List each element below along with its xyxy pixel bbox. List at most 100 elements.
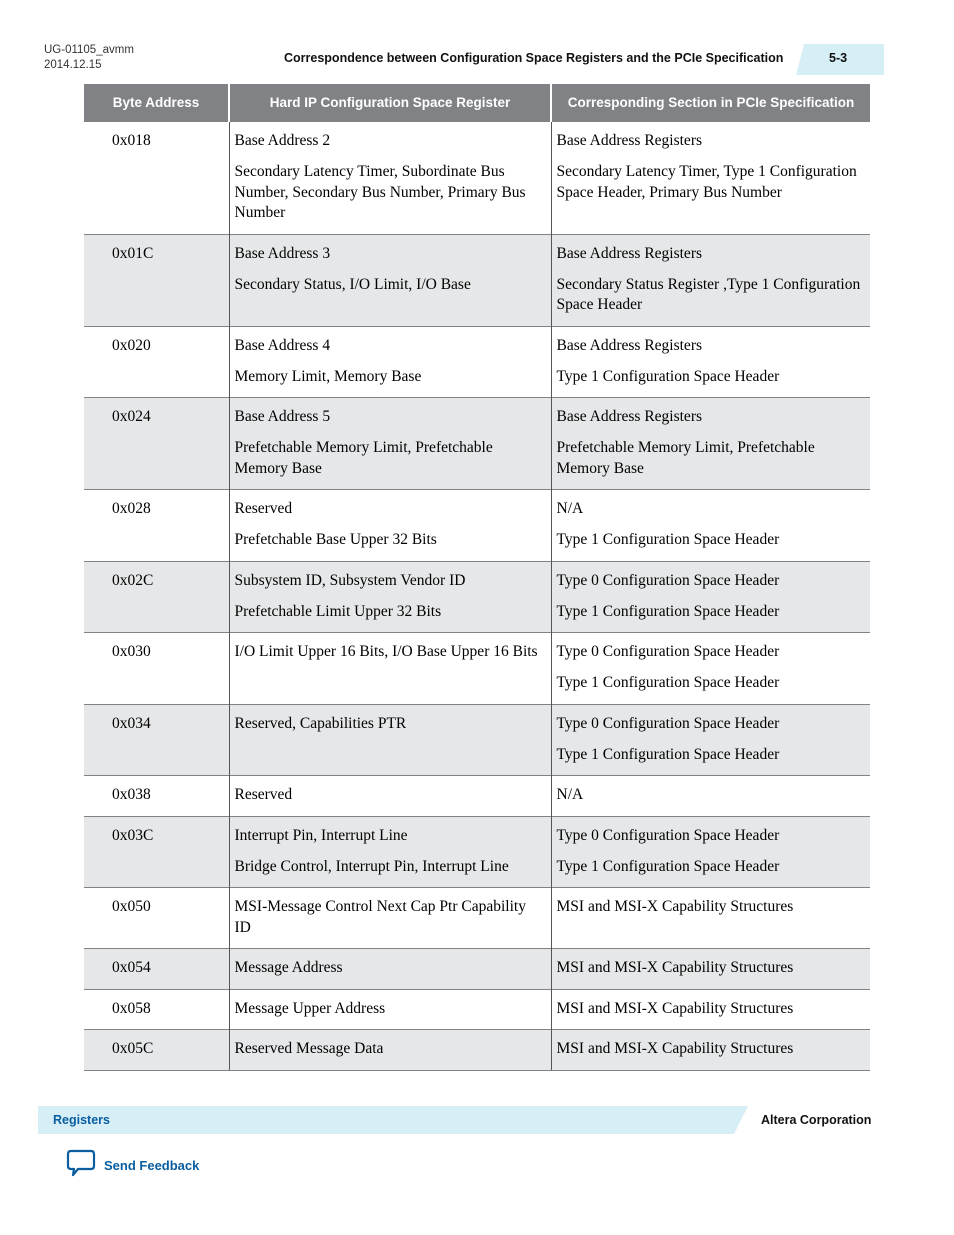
table-row: 0x05C Reserved Message Data MSI and MSI-X … [84,1029,870,1071]
byte-address-cell: 0x028 [84,489,229,561]
register-cell-line: Subsystem ID, Subsystem Vendor ID [234,571,466,589]
table-row: 0x01C Base Address 3 Secondary Status, I/O… [84,233,870,326]
register-cell-line: Reserved, Capabilities PTR [234,714,407,732]
byte-address-cell: 0x030 [84,632,229,704]
footer-band [38,1106,748,1134]
register-cell: Reserved Prefetchable Base Upper 32 Bits [228,489,551,561]
pcie-section-cell: Type 0 Configuration Space Header Type 1 … [550,815,870,888]
table-row: 0x03C Interrupt Pin, Interrupt Line Bridge… [84,815,870,888]
send-feedback-label: Send Feedback [104,1158,200,1173]
pcie-section-cell-line: Base Address Registers [556,132,703,149]
register-cell-line: Base Address 4 [234,336,331,354]
column-header-byte-address: Byte Address [84,84,229,122]
register-cell: Reserved [228,775,551,816]
pcie-section-cell: MSI and MSI-X Capability Structures [550,948,870,989]
pcie-section-cell-line: MSI and MSI-X Capability Structures [556,999,794,1017]
doc-date: 2014.12.15 [44,59,102,71]
pcie-section-cell-line: Type 1 Configuration Space Header [556,857,780,875]
pcie-section-cell-line: Base Address Registers [556,244,703,262]
table-row: 0x038 Reserved N/A [84,775,870,816]
register-cell-line: Prefetchable Base Upper 32 Bits [234,531,437,548]
pcie-section-cell-line: Secondary Latency Timer, Type 1 Configur… [556,163,857,201]
register-cell: Reserved, Capabilities PTR [228,703,551,776]
register-cell: Base Address 3 Secondary Status, I/O Limi… [228,233,551,326]
table-row: 0x018 Base Address 2 Secondary Latency Tim… [84,121,870,234]
register-cell: Interrupt Pin, Interrupt Line Bridge Cont… [228,815,551,888]
table-row: 0x034 Reserved, Capabilities PTR Type 0 Co… [84,703,870,776]
pcie-section-cell-line: Prefetchable Memory Limit, Prefetchable … [556,439,815,477]
table-row: 0x054 Message Address MSI and MSI-X Capabi… [84,948,870,989]
register-cell: MSI-Message Control Next Cap Ptr Capabil… [228,887,551,949]
column-header-pcie-section: Corresponding Section in PCIe Specificat… [550,84,870,122]
register-cell-line: Reserved [234,500,293,517]
byte-address-cell: 0x054 [84,948,229,989]
footer-section-link[interactable]: Registers [53,1113,110,1127]
pcie-section-cell-line: Base Address Registers [556,336,703,354]
pcie-section-cell-line: N/A [556,786,584,803]
register-cell-line: MSI-Message Control Next Cap Ptr Capabil… [234,898,526,936]
register-cell-line: Prefetchable Memory Limit, Prefetchable … [234,439,493,477]
register-table: Byte Address Hard IP Configuration Space… [84,84,870,1071]
register-cell-line: Base Address 3 [234,244,331,262]
pcie-section-cell: N/A Type 1 Configuration Space Header [550,489,870,561]
speech-bubble-icon [66,1149,96,1182]
register-cell-line: Bridge Control, Interrupt Pin, Interrupt… [234,857,509,875]
byte-address-cell: 0x02C [84,560,229,633]
pcie-section-cell-line: Type 0 Configuration Space Header [556,714,780,732]
pcie-section-cell: Base Address Registers Secondary Status R… [550,233,870,326]
column-header-register: Hard IP Configuration Space Register [228,84,551,122]
pcie-section-cell: Type 0 Configuration Space Header Type 1 … [550,703,870,776]
pcie-section-cell-line: Type 1 Configuration Space Header [556,745,780,763]
byte-address-cell: 0x050 [84,887,229,949]
register-cell-line: Memory Limit, Memory Base [234,367,422,385]
register-cell-line: Reserved Message Data [234,1040,384,1057]
send-feedback-link[interactable]: Send Feedback [66,1149,199,1182]
table-row: 0x058 Message Upper Address MSI and MSI-X … [84,988,870,1030]
byte-address-cell: 0x03C [84,815,229,888]
pcie-section-cell-line: Type 1 Configuration Space Header [556,674,780,691]
byte-address-cell: 0x038 [84,775,229,816]
page-number: 5-3 [829,51,848,65]
pcie-section-cell-line: Type 0 Configuration Space Header [556,571,780,589]
pcie-section-cell-line: Type 1 Configuration Space Header [556,531,780,548]
register-cell-line: Message Address [234,959,343,976]
register-cell-line: I/O Limit Upper 16 Bits, I/O Base Upper … [234,643,538,660]
pcie-section-cell: Type 0 Configuration Space Header Type 1 … [550,560,870,633]
byte-address-cell: 0x05C [84,1029,229,1071]
pcie-section-cell-line: Secondary Status Register ,Type 1 Config… [556,275,861,314]
register-cell-line: Secondary Latency Timer, Subordinate Bus… [234,163,526,221]
register-cell: Message Address [228,948,551,989]
page-header-title: Correspondence between Configuration Spa… [284,51,784,65]
table-row: 0x020 Base Address 4 Memory Limit, Memory … [84,325,870,398]
pcie-section-cell: Base Address Registers Secondary Latency … [550,121,870,234]
table-row: 0x050 MSI-Message Control Next Cap Ptr Ca… [84,887,870,949]
footer-company: Altera Corporation [761,1113,872,1127]
pcie-section-cell-line: Type 0 Configuration Space Header [556,826,780,844]
byte-address-cell: 0x018 [84,121,229,234]
register-cell: Base Address 5 Prefetchable Memory Limit,… [228,397,551,490]
register-cell-line: Reserved [234,786,293,803]
pcie-section-cell-line: Type 1 Configuration Space Header [556,367,780,385]
register-cell: Reserved Message Data [228,1029,551,1071]
byte-address-cell: 0x024 [84,397,229,490]
pcie-section-cell-line: N/A [556,500,584,517]
pcie-section-cell: MSI and MSI-X Capability Structures [550,988,870,1030]
register-cell-line: Base Address 5 [234,408,331,425]
pcie-section-cell-line: Base Address Registers [556,408,703,425]
register-cell-line: Secondary Status, I/O Limit, I/O Base [234,275,471,293]
register-cell: Base Address 4 Memory Limit, Memory Base [228,325,551,398]
pcie-section-cell: N/A [550,775,870,816]
pcie-section-cell-line: Type 0 Configuration Space Header [556,643,780,660]
byte-address-cell: 0x034 [84,703,229,776]
pcie-section-cell-line: MSI and MSI-X Capability Structures [556,898,794,915]
register-cell: Message Upper Address [228,988,551,1030]
table-row: 0x030 I/O Limit Upper 16 Bits, I/O Base U… [84,632,870,704]
pcie-section-cell: Type 0 Configuration Space Header Type 1 … [550,632,870,704]
byte-address-cell: 0x020 [84,325,229,398]
register-cell-line: Message Upper Address [234,999,386,1017]
pcie-section-cell-line: Type 1 Configuration Space Header [556,602,780,620]
pcie-section-cell: Base Address Registers Prefetchable Memor… [550,397,870,490]
register-cell-line: Interrupt Pin, Interrupt Line [234,826,408,844]
table-row: 0x028 Reserved Prefetchable Base Upper 32 … [84,489,870,561]
doc-id: UG-01105_avmm [44,44,134,56]
